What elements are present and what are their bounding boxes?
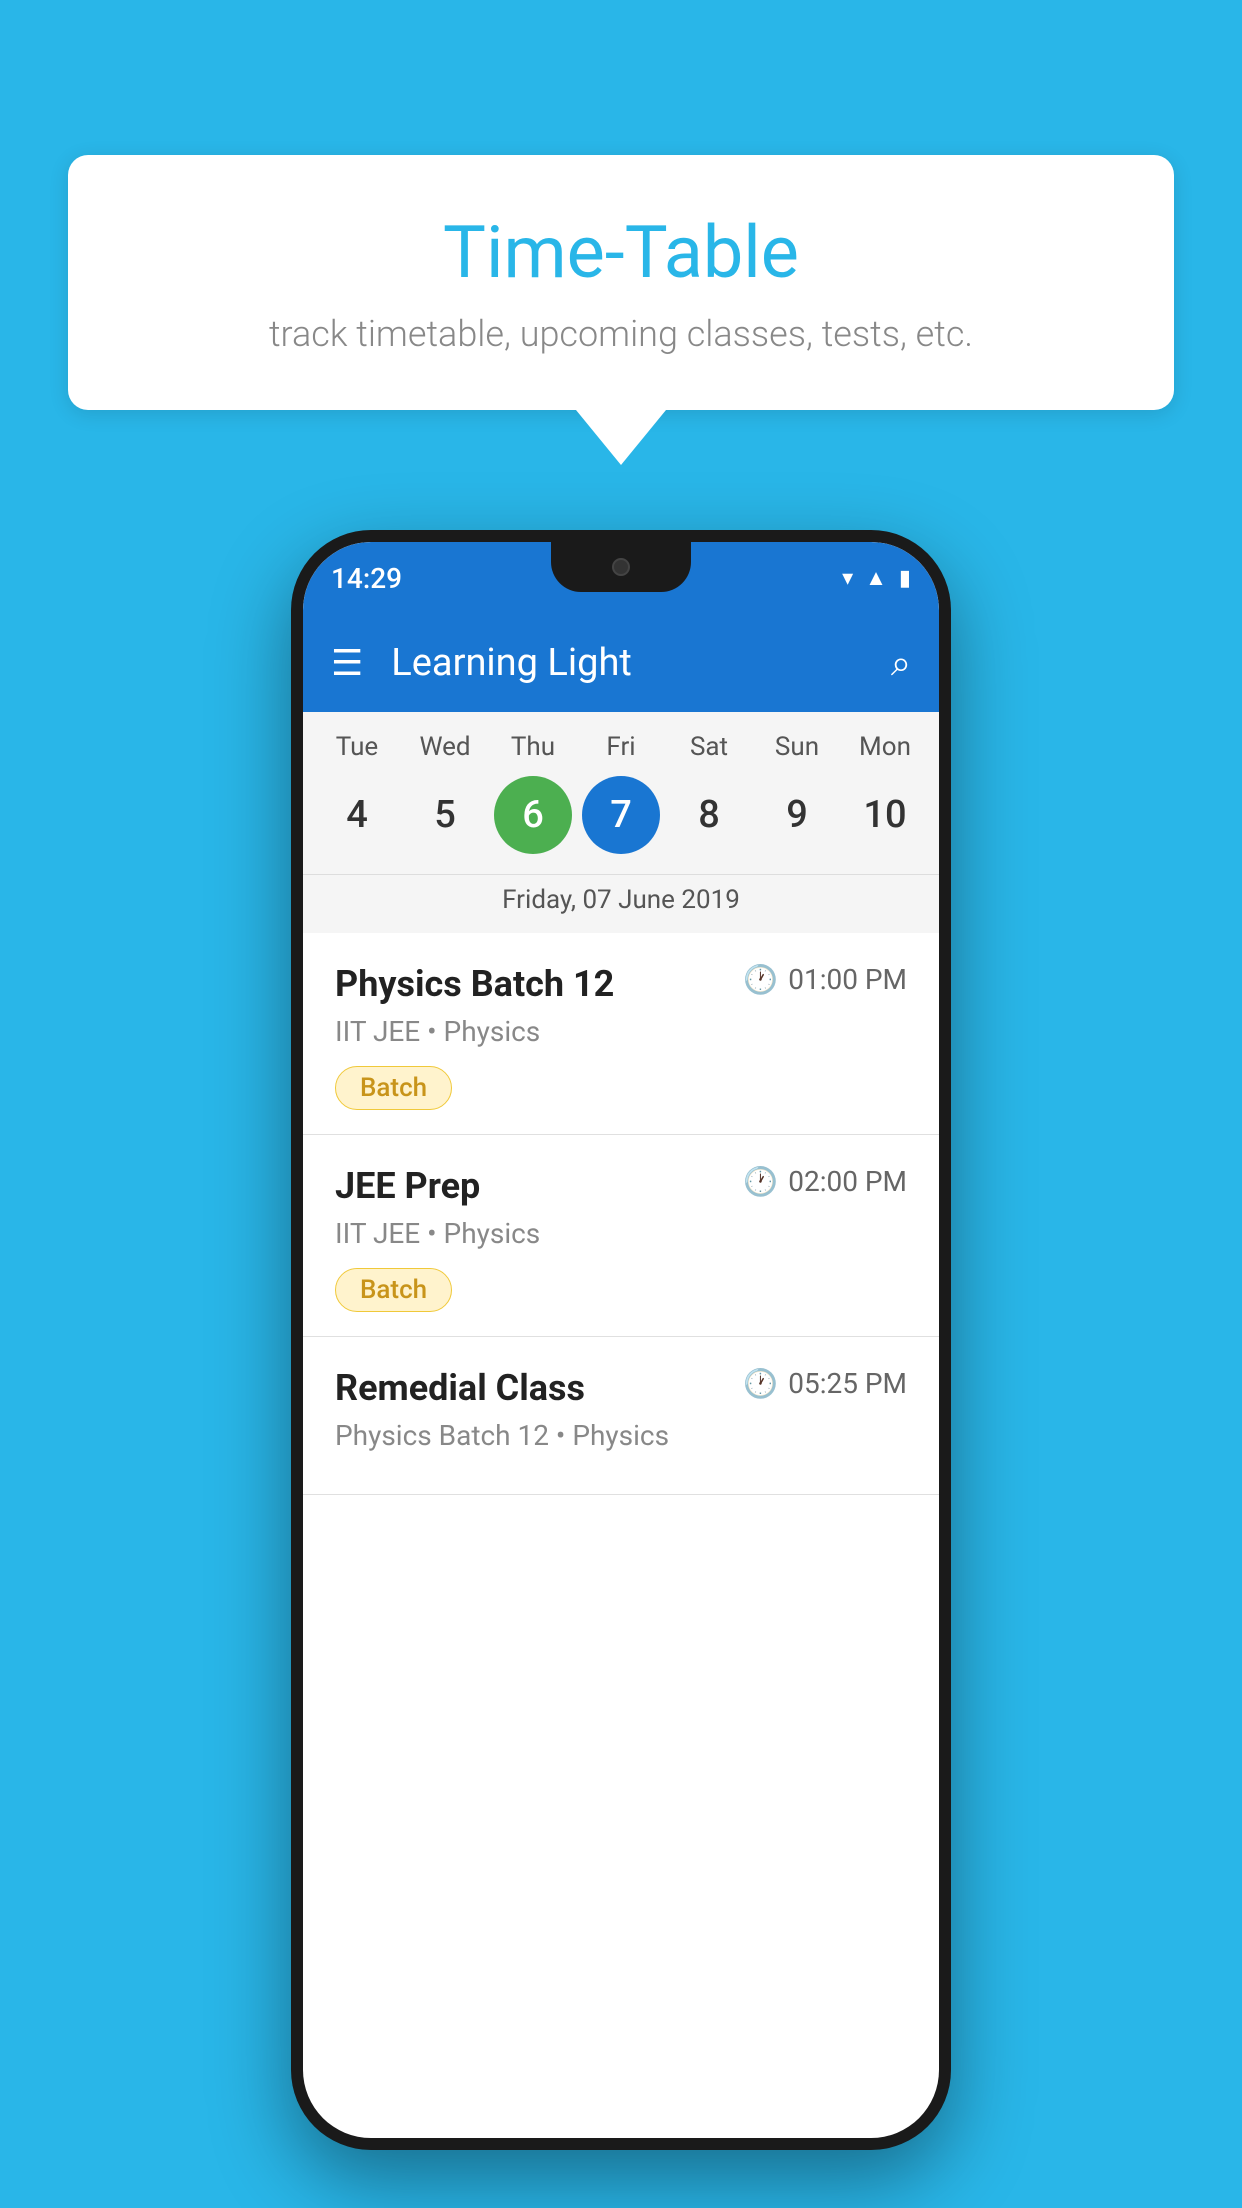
- status-time: 14:29: [331, 562, 402, 595]
- schedule-item-2-title: JEE Prep: [335, 1165, 480, 1207]
- calendar-strip: Tue Wed Thu Fri Sat Sun Mon 4 5 6 7 8 9 …: [303, 712, 939, 933]
- phone-screen: 14:29 ▾ ▲ ▮ ☰ Learning Light ⌕ Tue Wed T…: [303, 542, 939, 2138]
- batch-badge-2: Batch: [335, 1268, 452, 1312]
- clock-icon-1: 🕐: [743, 963, 778, 996]
- schedule-item-2-subtitle: IIT JEE • Physics: [335, 1217, 907, 1250]
- day-7-selected[interactable]: 7: [582, 776, 660, 854]
- notch: [551, 542, 691, 592]
- day-9[interactable]: 9: [758, 776, 836, 854]
- schedule-item-3-subtitle: Physics Batch 12 • Physics: [335, 1419, 907, 1452]
- day-label-tue: Tue: [318, 732, 396, 762]
- status-bar: 14:29 ▾ ▲ ▮: [303, 542, 939, 614]
- schedule-item-1-subtitle: IIT JEE • Physics: [335, 1015, 907, 1048]
- batch-badge-1: Batch: [335, 1066, 452, 1110]
- status-icons: ▾ ▲ ▮: [842, 565, 911, 591]
- schedule-item-3[interactable]: Remedial Class 🕐 05:25 PM Physics Batch …: [303, 1337, 939, 1495]
- day-label-mon: Mon: [846, 732, 924, 762]
- day-5[interactable]: 5: [406, 776, 484, 854]
- speech-bubble-container: Time-Table track timetable, upcoming cla…: [68, 155, 1174, 465]
- schedule-list: Physics Batch 12 🕐 01:00 PM IIT JEE • Ph…: [303, 933, 939, 1495]
- hamburger-icon[interactable]: ☰: [331, 645, 363, 681]
- day-label-sat: Sat: [670, 732, 748, 762]
- day-4[interactable]: 4: [318, 776, 396, 854]
- schedule-item-2-header: JEE Prep 🕐 02:00 PM: [335, 1165, 907, 1207]
- app-title: Learning Light: [391, 641, 891, 685]
- wifi-icon: ▾: [842, 566, 853, 591]
- speech-bubble: Time-Table track timetable, upcoming cla…: [68, 155, 1174, 410]
- clock-icon-2: 🕐: [743, 1165, 778, 1198]
- schedule-item-3-header: Remedial Class 🕐 05:25 PM: [335, 1367, 907, 1409]
- schedule-item-2-time: 🕐 02:00 PM: [743, 1165, 907, 1198]
- day-10[interactable]: 10: [846, 776, 924, 854]
- schedule-item-1-time: 🕐 01:00 PM: [743, 963, 907, 996]
- speech-bubble-subtitle: track timetable, upcoming classes, tests…: [128, 313, 1114, 355]
- speech-bubble-tail: [576, 410, 666, 465]
- schedule-item-1-header: Physics Batch 12 🕐 01:00 PM: [335, 963, 907, 1005]
- battery-icon: ▮: [899, 566, 911, 591]
- day-6-today[interactable]: 6: [494, 776, 572, 854]
- day-8[interactable]: 8: [670, 776, 748, 854]
- day-numbers: 4 5 6 7 8 9 10: [303, 776, 939, 854]
- clock-icon-3: 🕐: [743, 1367, 778, 1400]
- day-label-fri: Fri: [582, 732, 660, 762]
- day-label-thu: Thu: [494, 732, 572, 762]
- day-labels: Tue Wed Thu Fri Sat Sun Mon: [303, 732, 939, 762]
- schedule-item-2[interactable]: JEE Prep 🕐 02:00 PM IIT JEE • Physics Ba…: [303, 1135, 939, 1337]
- day-label-sun: Sun: [758, 732, 836, 762]
- signal-icon: ▲: [865, 565, 887, 591]
- day-label-wed: Wed: [406, 732, 484, 762]
- schedule-item-3-time: 🕐 05:25 PM: [743, 1367, 907, 1400]
- schedule-item-1[interactable]: Physics Batch 12 🕐 01:00 PM IIT JEE • Ph…: [303, 933, 939, 1135]
- camera-dot: [612, 558, 630, 576]
- schedule-item-3-title: Remedial Class: [335, 1367, 585, 1409]
- phone-frame: 14:29 ▾ ▲ ▮ ☰ Learning Light ⌕ Tue Wed T…: [291, 530, 951, 2150]
- app-bar: ☰ Learning Light ⌕: [303, 614, 939, 712]
- selected-date: Friday, 07 June 2019: [303, 874, 939, 933]
- search-icon[interactable]: ⌕: [891, 642, 911, 685]
- schedule-item-1-title: Physics Batch 12: [335, 963, 614, 1005]
- speech-bubble-title: Time-Table: [128, 210, 1114, 295]
